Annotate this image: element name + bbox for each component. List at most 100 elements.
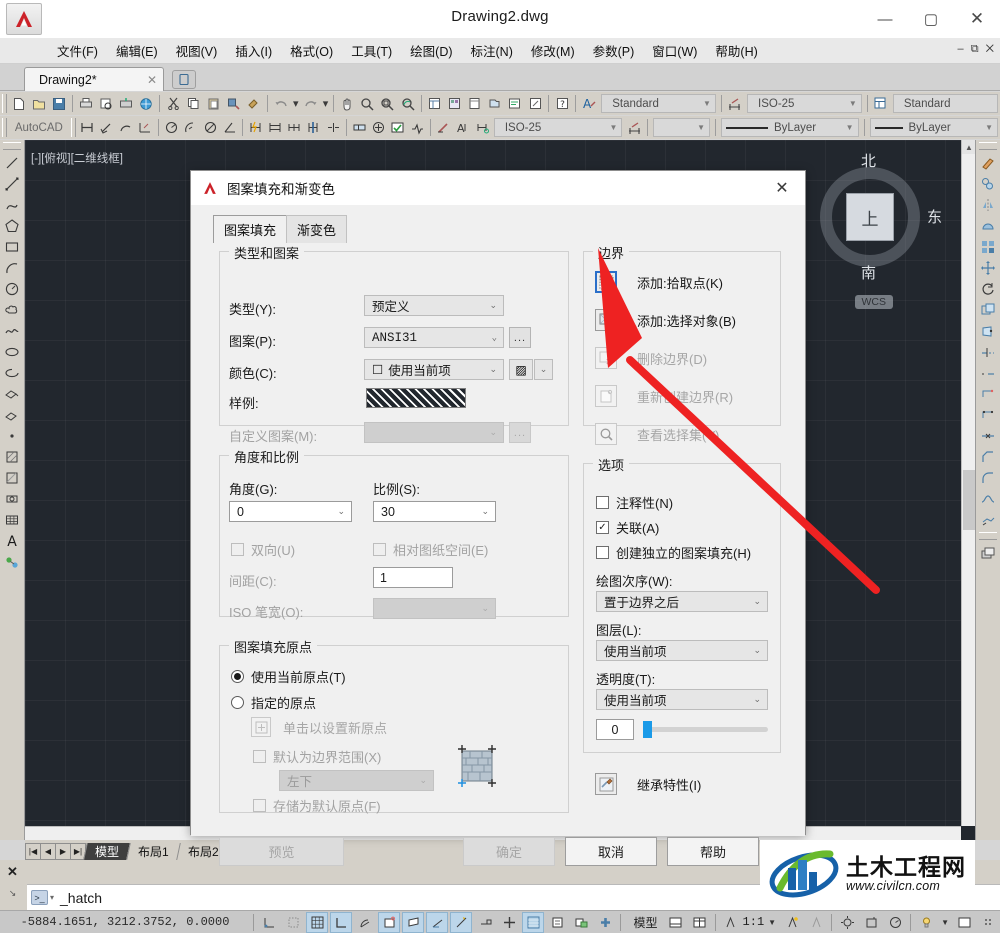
draw-order-combo[interactable]: 置于边界之后 ⌄ — [596, 591, 768, 612]
coordinates-display[interactable]: -5884.1651, 3212.3752, 0.0000 — [0, 915, 250, 929]
table-style-combo[interactable]: Standard — [892, 94, 999, 113]
angle-combo[interactable]: 0 ⌄ — [229, 501, 352, 522]
transparency-value-box[interactable]: 0 — [596, 719, 634, 740]
add-selected-icon[interactable] — [2, 551, 23, 572]
vertical-scroll-thumb[interactable] — [963, 470, 975, 530]
dynamic-input-toggle[interactable] — [474, 912, 496, 933]
transparency-slider-thumb[interactable] — [643, 721, 652, 738]
cancel-button[interactable]: 取消 — [565, 837, 657, 866]
insert-block-icon[interactable] — [2, 383, 23, 404]
palette-grip[interactable] — [3, 142, 21, 150]
background-color-dropdown[interactable]: ⌄ — [534, 359, 553, 380]
hatch-gradient-dialog[interactable]: 图案填充和渐变色 ✕ 图案填充 渐变色 类型和图案 类型(Y): 预定义 ⌄ 图… — [190, 170, 806, 866]
dialog-title-bar[interactable]: 图案填充和渐变色 ✕ — [191, 171, 805, 205]
polygon-icon[interactable] — [2, 215, 23, 236]
status-bar-menu-icon[interactable] — [977, 912, 999, 933]
plot-icon[interactable] — [77, 94, 95, 113]
canvas-vertical-scrollbar[interactable]: ▲ — [961, 140, 975, 826]
chevron-down-icon[interactable]: ▼ — [764, 918, 780, 927]
annotation-visibility-icon[interactable] — [781, 912, 803, 933]
angle-value[interactable]: 0 — [237, 505, 244, 519]
annotative-checkbox[interactable]: 注释性(N) — [596, 493, 673, 512]
chevron-down-icon[interactable]: ▼ — [606, 123, 617, 132]
color-combo[interactable]: ByLayer ▼ — [720, 118, 859, 137]
menu-insert[interactable]: 插入(I) — [226, 38, 281, 63]
menu-dimension[interactable]: 标注(N) — [462, 38, 522, 63]
menu-window[interactable]: 窗口(W) — [643, 38, 706, 63]
add-select-objects-row[interactable]: 添加:选择对象(B) — [595, 309, 736, 331]
aligned-dimension-icon[interactable] — [98, 118, 115, 137]
blend-curves-icon[interactable] — [978, 488, 999, 509]
menu-view[interactable]: 视图(V) — [167, 38, 227, 63]
point-icon[interactable] — [2, 425, 23, 446]
chevron-down-icon[interactable]: ⌄ — [337, 506, 349, 517]
document-tab-drawing2[interactable]: Drawing2* ✕ — [24, 67, 164, 91]
workspace-switching-icon[interactable] — [836, 912, 858, 933]
chevron-down-icon[interactable]: ▼ — [982, 123, 993, 132]
lineweight-toggle[interactable] — [498, 912, 520, 933]
compass-south-label[interactable]: 南 — [861, 262, 876, 283]
mirror-icon[interactable] — [978, 194, 999, 215]
tab-hatch[interactable]: 图案填充 — [213, 215, 288, 243]
scale-value[interactable]: 30 — [381, 505, 395, 519]
table-style-icon[interactable] — [872, 94, 890, 113]
edit-dimension-text-icon[interactable]: A — [454, 118, 471, 137]
dialog-close-button[interactable]: ✕ — [765, 173, 799, 203]
quick-view-layouts-icon[interactable] — [665, 912, 687, 933]
3dprint-icon[interactable] — [137, 94, 155, 113]
hardware-acceleration-icon[interactable] — [884, 912, 906, 933]
chevron-down-icon[interactable]: ▼ — [694, 123, 705, 132]
redo-dropdown-icon[interactable]: ▾ — [322, 94, 330, 113]
arc-length-dimension-icon[interactable] — [117, 118, 134, 137]
explode-icon[interactable] — [978, 509, 999, 530]
chevron-down-icon[interactable]: ▼ — [700, 99, 711, 108]
view-cube[interactable]: 上 北 南 西 东 — [791, 153, 942, 282]
undo-dropdown-icon[interactable]: ▾ — [292, 94, 300, 113]
multiline-text-icon[interactable]: A — [2, 530, 23, 551]
erase-icon[interactable] — [978, 152, 999, 173]
zoom-window-icon[interactable] — [378, 94, 396, 113]
gradient-icon[interactable] — [2, 467, 23, 488]
toolbar-grip[interactable] — [2, 118, 7, 137]
paste-icon[interactable] — [205, 94, 223, 113]
plot-preview-icon[interactable] — [97, 94, 115, 113]
publish-icon[interactable] — [117, 94, 135, 113]
palette-grip[interactable] — [979, 142, 997, 150]
selection-cycling-toggle[interactable] — [546, 912, 568, 933]
spacing-value[interactable]: 1 — [380, 571, 387, 585]
layout-tab-layout1[interactable]: 布局1 — [126, 843, 180, 860]
edit-dimension-icon[interactable] — [435, 118, 452, 137]
add-pick-points-icon[interactable] — [595, 271, 617, 293]
chevron-down-icon[interactable]: ⌄ — [489, 364, 501, 375]
rectangle-icon[interactable] — [2, 236, 23, 257]
auto-scale-icon[interactable] — [805, 912, 827, 933]
menu-help[interactable]: 帮助(H) — [706, 38, 766, 63]
compass-north-label[interactable]: 北 — [861, 150, 876, 171]
chamfer-icon[interactable] — [978, 446, 999, 467]
scale-combo[interactable]: 30 ⌄ — [373, 501, 496, 522]
minimize-button[interactable]: — — [862, 0, 908, 38]
compass-east-label[interactable]: 东 — [927, 206, 942, 227]
viewport-label[interactable]: [-][俯视][二维线框] — [31, 150, 123, 166]
revision-cloud-icon[interactable] — [2, 299, 23, 320]
layout-tab-model[interactable]: 模型 — [83, 843, 130, 860]
fillet-icon[interactable] — [978, 467, 999, 488]
radius-dimension-icon[interactable] — [163, 118, 180, 137]
dim-style-manager-icon[interactable] — [625, 118, 642, 137]
transparency-amount[interactable]: 0 — [612, 723, 619, 737]
document-window-controls[interactable]: – ⧉ ✕ — [958, 43, 996, 56]
quick-view-drawings-icon[interactable] — [689, 912, 711, 933]
menu-modify[interactable]: 修改(M) — [522, 38, 584, 63]
extend-icon[interactable] — [978, 362, 999, 383]
clean-screen-icon[interactable] — [953, 912, 975, 933]
object-snap-toggle[interactable] — [378, 911, 400, 933]
next-layout-button[interactable]: ▶ — [55, 843, 71, 860]
dim-style-combo-2[interactable]: ISO-25 ▼ — [493, 118, 623, 137]
external-references-icon[interactable] — [526, 94, 544, 113]
menu-edit[interactable]: 编辑(E) — [107, 38, 167, 63]
designcenter-icon[interactable] — [446, 94, 464, 113]
tab-gradient[interactable]: 渐变色 — [286, 215, 348, 243]
angular-dimension-icon[interactable] — [221, 118, 238, 137]
center-mark-icon[interactable] — [370, 118, 387, 137]
menu-format[interactable]: 格式(O) — [281, 38, 342, 63]
